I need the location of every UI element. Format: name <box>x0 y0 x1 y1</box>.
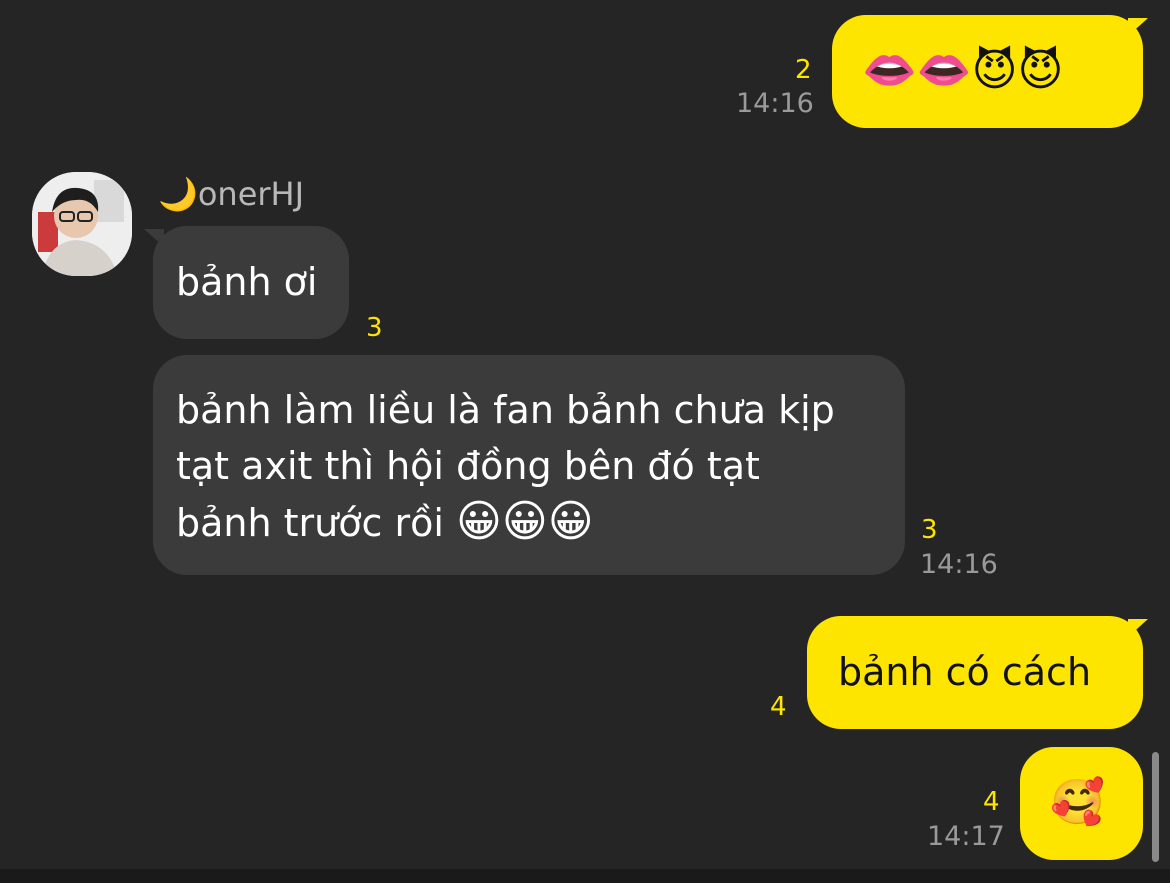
message-line: tạt axit thì hội đồng bên đó tạt <box>176 444 760 488</box>
unread-count: 3 <box>921 515 938 545</box>
sender-name[interactable]: 🌙onerHJ <box>158 172 304 216</box>
avatar[interactable] <box>32 172 132 276</box>
message-text: bảnh ơi <box>176 260 318 304</box>
unread-count: 2 <box>795 55 812 85</box>
message-line-text: bảnh trước rồi <box>176 501 456 545</box>
message-bubble[interactable]: bảnh ơi <box>153 226 349 339</box>
message-bubble[interactable]: 👄👄😈😈 <box>832 15 1143 128</box>
scrollbar[interactable] <box>1152 752 1159 862</box>
bottom-edge <box>0 869 1170 883</box>
bubble-tail <box>1128 18 1148 36</box>
message-text: bảnh có cách <box>838 650 1092 694</box>
message-line: bảnh trước rồi 😀😀😀 <box>176 494 905 551</box>
smiling-face-with-hearts-icon: 🥰 <box>1050 777 1105 828</box>
message-time: 14:17 <box>927 821 1005 852</box>
message-line: bảnh làm liều là fan bảnh chưa kịp <box>176 388 835 432</box>
message-time: 14:16 <box>920 549 998 580</box>
unread-count: 4 <box>983 787 1000 817</box>
message-time: 14:16 <box>736 88 814 119</box>
message-text: 👄👄😈😈 <box>862 45 1064 96</box>
profile-photo-icon <box>32 172 132 276</box>
message-bubble[interactable]: bảnh có cách <box>807 616 1143 729</box>
message-bubble[interactable]: bảnh làm liều là fan bảnh chưa kịp tạt a… <box>153 355 905 575</box>
message-bubble[interactable]: 🥰 <box>1020 747 1143 860</box>
unread-count: 4 <box>770 692 787 722</box>
grinning-face-icon: 😀😀😀 <box>456 496 594 547</box>
unread-count: 3 <box>366 313 383 343</box>
bubble-tail <box>1128 619 1148 637</box>
